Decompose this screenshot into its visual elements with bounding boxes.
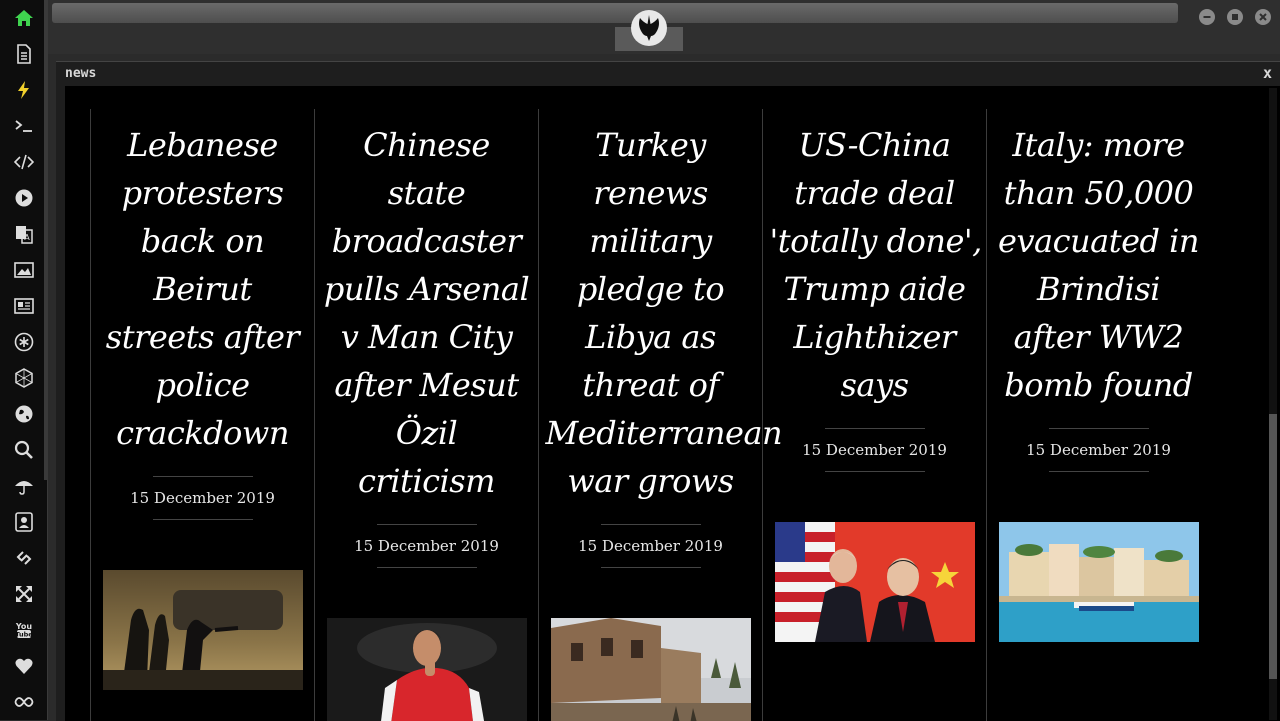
article-headline[interactable]: Lebanese protesters back on Beirut stree… xyxy=(98,121,308,457)
harbor-town-photo[interactable] xyxy=(998,522,1199,642)
divider xyxy=(600,566,701,568)
article-headline[interactable]: US-China trade deal 'totally done', Trum… xyxy=(769,121,983,409)
news-panel: news x Lebanese protesters back on Beiru… xyxy=(56,61,1280,721)
globe-icon[interactable] xyxy=(12,402,36,426)
link-icon[interactable] xyxy=(12,546,36,570)
divider xyxy=(376,566,477,568)
article-date: 15 December 2019 xyxy=(130,489,275,507)
headline-line: broadcaster xyxy=(331,222,522,260)
maximize-button[interactable] xyxy=(1227,9,1243,25)
headline-line: v Man City xyxy=(340,318,513,356)
svg-text:Tube: Tube xyxy=(15,631,33,639)
headline-line: police xyxy=(155,366,250,404)
divider xyxy=(152,519,253,520)
headline-line: US-China xyxy=(798,126,951,164)
article-card: Chinese state broadcaster pulls Arsenal … xyxy=(314,109,538,721)
headline-line: Lebanese xyxy=(127,126,278,164)
headline-line: Turkey xyxy=(595,126,706,164)
code-icon[interactable] xyxy=(12,150,36,174)
headline-line: threat of xyxy=(582,366,719,404)
headline-line: than 50,000 xyxy=(1003,174,1194,212)
headline-line: Özil xyxy=(395,414,458,452)
document-icon[interactable] xyxy=(12,42,36,66)
headline-line: protesters xyxy=(121,174,284,212)
article-card: Lebanese protesters back on Beirut stree… xyxy=(90,109,314,721)
panel-title: news xyxy=(65,66,97,81)
image-icon[interactable] xyxy=(12,258,36,282)
headline-line: streets after xyxy=(105,318,300,356)
headline-line: Chinese xyxy=(363,126,490,164)
headline-line: Italy: more xyxy=(1012,126,1185,164)
headline-line: Libya as xyxy=(585,318,716,356)
contact-icon[interactable] xyxy=(12,510,36,534)
expand-icon[interactable] xyxy=(12,582,36,606)
sidebar: A You Tube xyxy=(0,0,48,720)
headline-line: crackdown xyxy=(116,414,289,452)
asterisk-icon[interactable] xyxy=(12,330,36,354)
headline-line: Trump aide xyxy=(783,270,966,308)
headline-line: after Mesut xyxy=(334,366,519,404)
heart-icon[interactable] xyxy=(12,654,36,678)
headline-line: bomb found xyxy=(1004,366,1193,404)
umbrella-icon[interactable] xyxy=(12,474,36,498)
hexagon-icon[interactable] xyxy=(12,366,36,390)
infinity-icon[interactable] xyxy=(12,690,36,714)
svg-text:A: A xyxy=(24,233,30,242)
search-icon[interactable] xyxy=(12,438,36,462)
article-headline[interactable]: Chinese state broadcaster pulls Arsenal … xyxy=(322,121,532,505)
headline-line: after WW2 xyxy=(1013,318,1184,356)
headline-line: Mediterranean xyxy=(545,414,783,452)
headline-line: Brindisi xyxy=(1036,270,1161,308)
headline-line: back on xyxy=(140,222,265,260)
divider xyxy=(824,471,925,472)
youtube-icon[interactable]: You Tube xyxy=(12,618,36,642)
address-bar[interactable] xyxy=(52,3,1178,23)
headline-line: state xyxy=(387,174,466,212)
headline-line: pulls Arsenal xyxy=(323,270,530,308)
football-player-photo[interactable] xyxy=(326,617,527,721)
divider xyxy=(1048,471,1149,472)
article-card: Turkey renews military pledge to Libya a… xyxy=(538,109,783,721)
panel-scrollbar-thumb[interactable] xyxy=(1269,414,1277,679)
headline-line: war grows xyxy=(567,462,734,500)
headline-line: renews xyxy=(593,174,708,212)
article-date: 15 December 2019 xyxy=(354,536,499,555)
panel-header: news x xyxy=(56,62,1280,86)
article-date: 15 December 2019 xyxy=(1026,441,1171,459)
headline-line: trade deal xyxy=(794,174,955,212)
protest-night-photo[interactable] xyxy=(102,570,303,690)
ruined-buildings-photo[interactable] xyxy=(550,617,751,721)
trade-officials-photo[interactable] xyxy=(774,522,975,642)
sidebar-scrollbar[interactable] xyxy=(44,0,47,480)
article-columns: Lebanese protesters back on Beirut stree… xyxy=(90,109,1210,721)
translate-icon[interactable]: A xyxy=(12,222,36,246)
home-icon[interactable] xyxy=(12,6,36,30)
headline-line: Beirut xyxy=(153,270,252,308)
headline-line: says xyxy=(840,366,910,404)
panel-left-edge xyxy=(56,86,65,721)
headline-line: Lighthizer xyxy=(793,318,956,356)
terminal-icon[interactable] xyxy=(12,114,36,138)
article-card: US-China trade deal 'totally done', Trum… xyxy=(762,109,986,721)
headline-line: criticism xyxy=(358,462,495,500)
article-date: 15 December 2019 xyxy=(578,536,723,555)
minimize-button[interactable] xyxy=(1199,9,1215,25)
article-headline[interactable]: Italy: more than 50,000 evacuated in Bri… xyxy=(994,121,1204,409)
panel-close-button[interactable]: x xyxy=(1263,64,1272,82)
news-icon[interactable] xyxy=(12,294,36,318)
lightning-icon[interactable] xyxy=(12,78,36,102)
headline-line: military xyxy=(589,222,712,260)
rebel-alliance-logo-icon[interactable] xyxy=(631,10,667,46)
headline-line: 'totally done', xyxy=(769,222,983,260)
headline-line: evacuated in xyxy=(998,222,1200,260)
headline-line: pledge to xyxy=(576,270,725,308)
top-bar xyxy=(48,0,1280,54)
article-card: Italy: more than 50,000 evacuated in Bri… xyxy=(986,109,1210,721)
close-window-button[interactable] xyxy=(1255,9,1271,25)
article-headline[interactable]: Turkey renews military pledge to Libya a… xyxy=(545,121,783,505)
play-icon[interactable] xyxy=(12,186,36,210)
article-date: 15 December 2019 xyxy=(802,441,947,459)
